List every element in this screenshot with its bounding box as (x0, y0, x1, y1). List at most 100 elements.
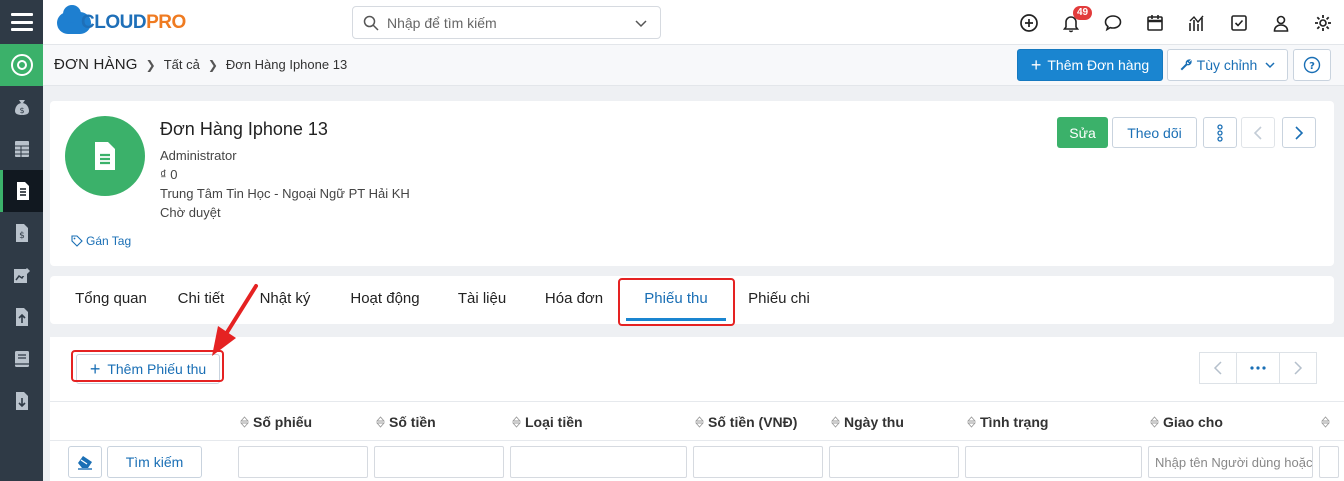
tab-invoices[interactable]: Hóa đơn (536, 276, 612, 324)
search-icon (363, 15, 379, 31)
breadcrumb-bar: ĐƠN HÀNG ❯ Tất cả ❯ Đơn Hàng Iphone 13 +… (43, 45, 1344, 86)
column-amount-vnd[interactable]: Số tiền (VNĐ) (695, 402, 797, 442)
sidebar-item-orders[interactable] (0, 170, 43, 212)
logo-text: CLOUDPRO (81, 12, 186, 33)
table-icon (14, 141, 29, 157)
tab-log[interactable]: Nhật ký (250, 276, 320, 324)
reports-button[interactable] (1176, 0, 1218, 45)
sidebar-item-home[interactable] (0, 44, 43, 86)
user-profile-button[interactable] (1260, 0, 1302, 45)
sidebar-item-upload[interactable] (0, 296, 43, 338)
sidebar-item-book[interactable] (0, 338, 43, 380)
column-receipt-date[interactable]: Ngày thu (831, 402, 904, 442)
tasks-button[interactable] (1218, 0, 1260, 45)
chevron-right-icon: ❯ (207, 57, 218, 72)
calendar-icon (1147, 14, 1163, 31)
chat-bubble-icon (1104, 14, 1122, 31)
record-title: Đơn Hàng Iphone 13 (160, 119, 328, 139)
settings-button[interactable] (1302, 0, 1344, 45)
sort-icon (831, 416, 840, 428)
tag-icon (71, 235, 83, 247)
tab-payments[interactable]: Phiếu chi (740, 276, 818, 324)
tab-details[interactable]: Chi tiết (170, 276, 232, 324)
column-assigned-to[interactable]: Giao cho (1150, 402, 1223, 442)
add-order-button[interactable]: + Thêm Đơn hàng (1017, 49, 1163, 81)
notifications-button[interactable]: 49 (1050, 0, 1093, 45)
analytics-chart-icon (1189, 15, 1204, 31)
vertical-dots-icon (1217, 123, 1223, 142)
chevron-right-icon (1295, 125, 1304, 140)
filter-status[interactable] (965, 446, 1142, 478)
breadcrumb-module[interactable]: ĐƠN HÀNG (54, 56, 138, 73)
breadcrumb: ĐƠN HÀNG ❯ Tất cả ❯ Đơn Hàng Iphone 13 (54, 56, 347, 73)
hamburger-icon[interactable] (10, 13, 33, 31)
receipts-panel: + Thêm Phiếu thu Số phiếu Số tiền Loại ti… (50, 337, 1344, 481)
search-input[interactable] (387, 14, 627, 31)
column-status[interactable]: Tình trạng (967, 402, 1048, 442)
search-button[interactable]: Tìm kiếm (107, 446, 202, 478)
filter-extra[interactable] (1319, 446, 1339, 478)
customize-dropdown[interactable]: Tùy chỉnh (1167, 49, 1288, 81)
next-record-button[interactable] (1282, 117, 1316, 148)
record-tabs: Tổng quan Chi tiết Nhật ký Hoạt động Tài… (50, 276, 1334, 326)
highlight-box-tab (618, 278, 735, 326)
sidebar-item-table[interactable] (0, 128, 43, 170)
sort-icon (695, 416, 704, 428)
pager-next-button[interactable] (1279, 352, 1317, 384)
quick-create-button[interactable] (1008, 0, 1050, 45)
column-amount[interactable]: Số tiền (376, 402, 436, 442)
cloudpro-logo[interactable]: CLOUDPRO (57, 5, 186, 38)
tab-activities[interactable]: Hoạt động (340, 276, 430, 324)
pager-more-button[interactable] (1236, 352, 1280, 384)
filter-currency[interactable] (510, 446, 687, 478)
clear-filters-button[interactable] (68, 446, 102, 478)
chart-edit-icon (13, 268, 30, 283)
more-actions-button[interactable] (1203, 117, 1237, 148)
svg-text:$: $ (19, 231, 25, 241)
calendar-button[interactable] (1134, 0, 1176, 45)
breadcrumb-current: Đơn Hàng Iphone 13 (225, 57, 348, 72)
column-label: Loại tiền (525, 414, 583, 430)
question-circle-icon: ? (1303, 56, 1321, 74)
filter-amount-vnd[interactable] (693, 446, 823, 478)
follow-button[interactable]: Theo dõi (1112, 117, 1197, 148)
assign-tag-label: Gán Tag (86, 234, 132, 248)
help-button[interactable]: ? (1293, 49, 1331, 81)
sidebar-item-money[interactable]: $ (0, 86, 43, 128)
menu-toggle[interactable] (0, 0, 43, 44)
add-order-label: Thêm Đơn hàng (1047, 57, 1150, 73)
column-receipt-number[interactable]: Số phiếu (240, 402, 312, 442)
record-owner: Administrator (160, 148, 237, 163)
chevron-right-icon: ❯ (145, 57, 156, 72)
sort-icon (1321, 416, 1330, 428)
record-summary-card: Đơn Hàng Iphone 13 Administrator ₫ 0 Tru… (50, 101, 1334, 266)
filter-assigned-to[interactable] (1148, 446, 1313, 478)
sidebar-item-reports[interactable] (0, 254, 43, 296)
filter-amount[interactable] (374, 446, 504, 478)
breadcrumb-all[interactable]: Tất cả (164, 57, 200, 72)
chevron-down-icon[interactable] (634, 16, 648, 30)
chat-button[interactable] (1092, 0, 1134, 45)
sort-icon (1150, 416, 1159, 428)
filter-receipt-date[interactable] (829, 446, 959, 478)
previous-record-button[interactable] (1241, 117, 1275, 148)
edit-button[interactable]: Sửa (1057, 117, 1108, 148)
pager-prev-button[interactable] (1199, 352, 1237, 384)
sidebar-item-download[interactable] (0, 380, 43, 422)
order-document-icon (17, 182, 29, 200)
target-icon (10, 54, 33, 76)
plus-icon: + (1030, 55, 1042, 75)
assign-tag-link[interactable]: Gán Tag (71, 234, 131, 248)
column-currency[interactable]: Loại tiền (512, 402, 583, 442)
sort-icon (376, 416, 385, 428)
tab-documents[interactable]: Tài liệu (450, 276, 514, 324)
tab-overview[interactable]: Tổng quan (65, 276, 157, 324)
column-label: Tình trạng (980, 414, 1049, 430)
user-icon (1273, 15, 1289, 32)
chevron-left-icon (1253, 125, 1262, 140)
global-search[interactable] (352, 6, 661, 39)
filter-receipt-number[interactable] (238, 446, 368, 478)
sidebar-item-invoice[interactable]: $ (0, 212, 43, 254)
record-avatar (65, 116, 145, 196)
money-bag-icon: $ (14, 100, 29, 115)
